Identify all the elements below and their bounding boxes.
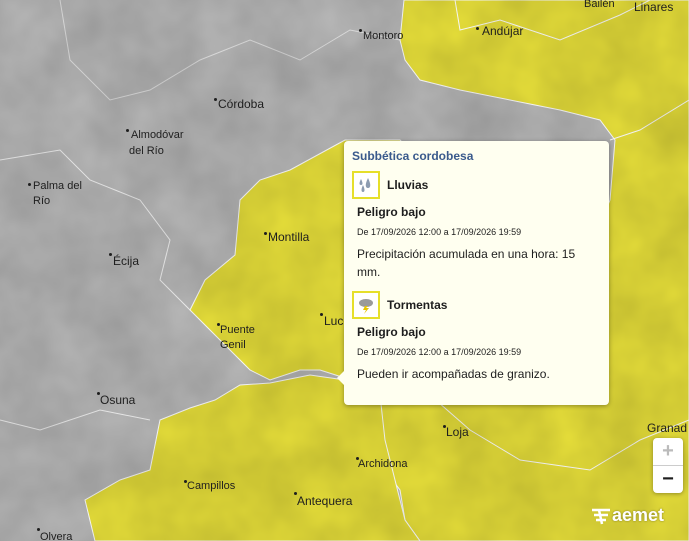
warning-level: Peligro bajo <box>357 205 426 219</box>
storm-icon <box>352 291 380 319</box>
place-olvera: Olvera <box>40 531 73 541</box>
place-montoro: Montoro <box>363 30 404 42</box>
place-ecija: Écija <box>113 254 140 268</box>
place-linares: Linares <box>634 0 674 14</box>
place-almodovar-2: del Río <box>129 145 164 157</box>
warning-dates: De 17/09/2026 12:00 a 17/09/2026 19:59 <box>357 347 522 357</box>
warning-name: Tormentas <box>387 298 448 312</box>
place-cordoba: Córdoba <box>218 97 265 111</box>
town-dot <box>126 129 129 132</box>
place-andujar: Andújar <box>482 24 524 38</box>
place-osuna: Osuna <box>100 393 136 407</box>
map[interactable]: Bailén Linares Montoro Andújar Córdoba A… <box>0 0 689 541</box>
town-dot <box>264 232 267 235</box>
warning-level: Peligro bajo <box>357 325 426 339</box>
warning-dates: De 17/09/2026 12:00 a 17/09/2026 19:59 <box>357 227 522 237</box>
warning-name: Lluvias <box>387 178 429 192</box>
place-almodovar: Almodóvar <box>131 129 184 141</box>
warning-tormentas: Tormentas Peligro bajo De 17/09/2026 12:… <box>352 291 596 383</box>
warning-lluvias: Lluvias Peligro bajo De 17/09/2026 12:00… <box>352 171 596 281</box>
place-palma: Palma del <box>33 180 82 192</box>
town-dot <box>214 98 217 101</box>
place-campillos: Campillos <box>187 480 236 492</box>
place-montilla: Montilla <box>268 230 310 244</box>
place-puente-genil-2: Genil <box>220 339 246 351</box>
place-loja: Loja <box>446 425 469 439</box>
town-dot <box>109 253 112 256</box>
place-antequera: Antequera <box>297 494 353 508</box>
place-archidona: Archidona <box>358 458 408 470</box>
zoom-control: + − <box>653 438 683 493</box>
place-puente-genil: Puente <box>220 324 255 336</box>
rain-icon <box>352 171 380 199</box>
popup-tip <box>337 371 344 385</box>
place-bailen: Bailén <box>584 0 615 10</box>
place-granada: Granad <box>647 421 688 435</box>
zoom-in-button[interactable]: + <box>653 438 683 465</box>
warning-description: Precipitación acumulada en una hora: 15 … <box>357 247 576 279</box>
aemet-logo-text: aemet <box>612 505 665 525</box>
warning-description: Pueden ir acompañadas de granizo. <box>357 367 550 381</box>
town-dot <box>359 29 362 32</box>
warning-popup: Subbética cordobesa Lluvias Peligro bajo… <box>337 141 609 405</box>
town-dot <box>476 27 479 30</box>
popup-zone-title: Subbética cordobesa <box>352 149 474 163</box>
zoom-out-button[interactable]: − <box>653 466 683 493</box>
place-palma-2: Río <box>33 195 51 207</box>
aemet-logo: aemet <box>590 505 664 526</box>
town-dot <box>320 313 323 316</box>
town-dot <box>28 183 31 186</box>
aemet-logo-icon <box>592 508 610 524</box>
